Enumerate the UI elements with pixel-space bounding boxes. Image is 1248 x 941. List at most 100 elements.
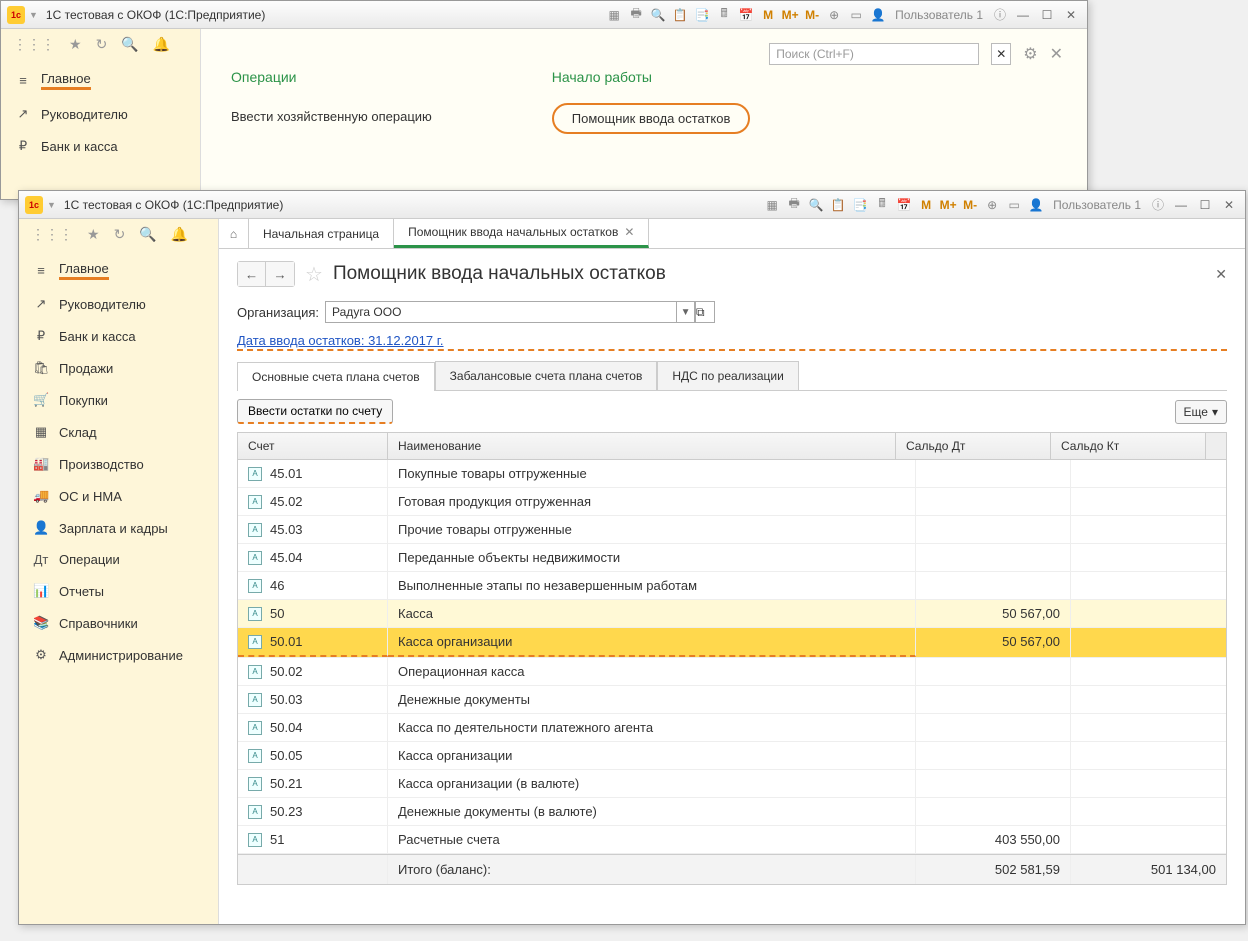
gear-icon[interactable]: ⚙ (1023, 44, 1037, 64)
enter-balance-button[interactable]: Ввести остатки по счету (237, 399, 393, 424)
sidebar-item[interactable]: 🏭Производство (19, 448, 218, 480)
compare-icon[interactable]: 📑 (693, 6, 711, 24)
sidebar-item[interactable]: 🛍Продажи (19, 352, 218, 384)
sidebar-item[interactable]: ↗Руководителю (1, 98, 200, 130)
compare-icon[interactable]: 📑 (851, 196, 869, 214)
dropdown-icon[interactable]: ▼ (676, 301, 694, 323)
sidebar-item[interactable]: ▦Склад (19, 416, 218, 448)
back-button[interactable]: ← (238, 262, 266, 286)
clear-search-button[interactable]: ✕ (991, 43, 1011, 65)
sidebar-item[interactable]: ₽Банк и касса (1, 130, 200, 162)
bell-icon[interactable]: 🔔 (153, 36, 170, 53)
calendar-icon[interactable]: 📅 (895, 196, 913, 214)
table-row[interactable]: А50.23Денежные документы (в валюте) (238, 798, 1226, 826)
minimize-button[interactable]: — (1013, 6, 1033, 24)
table-row[interactable]: А50.05Касса организации (238, 742, 1226, 770)
maximize-button[interactable]: ☐ (1037, 6, 1057, 24)
subtab[interactable]: НДС по реализации (657, 361, 798, 390)
copy-icon[interactable]: 📋 (829, 196, 847, 214)
table-row[interactable]: А45.04Переданные объекты недвижимости (238, 544, 1226, 572)
col-credit[interactable]: Сальдо Кт (1051, 433, 1206, 459)
sidebar-item[interactable]: ₽Банк и касса (19, 320, 218, 352)
sidebar-item[interactable]: ⚙Администрирование (19, 639, 218, 671)
search-icon[interactable]: 🔍 (139, 226, 156, 243)
close-panel-icon[interactable]: ✕ (1050, 44, 1063, 64)
subtab[interactable]: Забалансовые счета плана счетов (435, 361, 658, 390)
sidebar-item[interactable]: 📚Справочники (19, 607, 218, 639)
star-icon[interactable]: ★ (87, 226, 100, 243)
close-page-icon[interactable]: ✕ (1215, 266, 1227, 283)
m-minus-icon[interactable]: M- (961, 196, 979, 214)
book-icon[interactable]: ▭ (1005, 196, 1023, 214)
table-row[interactable]: А50.01Касса организации50 567,00 (238, 628, 1226, 658)
more-button[interactable]: Еще▾ (1175, 400, 1227, 424)
dropdown-icon[interactable]: ▼ (29, 10, 38, 20)
table-row[interactable]: А50.03Денежные документы (238, 686, 1226, 714)
tab-assistant[interactable]: Помощник ввода начальных остатков ✕ (394, 219, 649, 248)
table-row[interactable]: А50.02Операционная касса (238, 658, 1226, 686)
preview-icon[interactable]: 🔍 (649, 6, 667, 24)
calc-icon[interactable]: 🖩 (873, 196, 891, 214)
save-icon[interactable]: ▦ (605, 6, 623, 24)
table-row[interactable]: А50.21Касса организации (в валюте) (238, 770, 1226, 798)
sidebar-item[interactable]: 🚚ОС и НМА (19, 480, 218, 512)
sidebar-item[interactable]: 🛒Покупки (19, 384, 218, 416)
close-button[interactable]: ✕ (1219, 196, 1239, 214)
print-icon[interactable]: 🖶 (627, 6, 645, 24)
apps-icon[interactable]: ⋮⋮⋮ (13, 36, 55, 53)
print-icon[interactable]: 🖶 (785, 196, 803, 214)
m-plus-icon[interactable]: M+ (939, 196, 957, 214)
link-assistant[interactable]: Помощник ввода остатков (552, 103, 751, 134)
col-account[interactable]: Счет (238, 433, 388, 459)
bell-icon[interactable]: 🔔 (171, 226, 188, 243)
table-row[interactable]: А50.04Касса по деятельности платежного а… (238, 714, 1226, 742)
table-row[interactable]: А45.03Прочие товары отгруженные (238, 516, 1226, 544)
dropdown-icon[interactable]: ▼ (47, 200, 56, 210)
tab-home[interactable]: Начальная страница (249, 219, 394, 248)
favorite-icon[interactable]: ☆ (305, 262, 323, 287)
col-name[interactable]: Наименование (388, 433, 896, 459)
sidebar-item[interactable]: ДтОперации (19, 544, 218, 575)
calc-icon[interactable]: 🖩 (715, 6, 733, 24)
user-label[interactable]: Пользователь 1 (895, 8, 983, 22)
m-minus-icon[interactable]: M- (803, 6, 821, 24)
info-icon[interactable]: ⓘ (991, 6, 1009, 24)
scrollbar[interactable] (1206, 433, 1226, 459)
history-icon[interactable]: ↻ (96, 36, 108, 53)
close-button[interactable]: ✕ (1061, 6, 1081, 24)
m-icon[interactable]: M (759, 6, 777, 24)
table-row[interactable]: А51Расчетные счета403 550,00 (238, 826, 1226, 854)
history-icon[interactable]: ↻ (114, 226, 126, 243)
sidebar-item[interactable]: ≡Главное (19, 253, 218, 288)
save-icon[interactable]: ▦ (763, 196, 781, 214)
col-debit[interactable]: Сальдо Дт (896, 433, 1051, 459)
zoom-icon[interactable]: ⊕ (825, 6, 843, 24)
table-row[interactable]: А45.01Покупные товары отгруженные (238, 460, 1226, 488)
org-input[interactable]: Радуга ООО ▼ (325, 301, 695, 323)
sidebar-item[interactable]: 👤Зарплата и кадры (19, 512, 218, 544)
date-link[interactable]: Дата ввода остатков: 31.12.2017 г. (237, 333, 1227, 351)
apps-icon[interactable]: ⋮⋮⋮ (31, 226, 73, 243)
book-icon[interactable]: ▭ (847, 6, 865, 24)
zoom-icon[interactable]: ⊕ (983, 196, 1001, 214)
sidebar-item[interactable]: ≡Главное (1, 63, 200, 98)
minimize-button[interactable]: — (1171, 196, 1191, 214)
subtab[interactable]: Основные счета плана счетов (237, 362, 435, 391)
home-button[interactable]: ⌂ (219, 219, 249, 248)
user-label[interactable]: Пользователь 1 (1053, 198, 1141, 212)
link-operation[interactable]: Ввести хозяйственную операцию (231, 103, 432, 130)
table-row[interactable]: А45.02Готовая продукция отгруженная (238, 488, 1226, 516)
star-icon[interactable]: ★ (69, 36, 82, 53)
sidebar-item[interactable]: 📊Отчеты (19, 575, 218, 607)
search-icon[interactable]: 🔍 (121, 36, 138, 53)
m-plus-icon[interactable]: M+ (781, 6, 799, 24)
copy-icon[interactable]: 📋 (671, 6, 689, 24)
expand-button[interactable]: ⧉ (695, 301, 715, 323)
table-row[interactable]: А50Касса50 567,00 (238, 600, 1226, 628)
table-row[interactable]: А46Выполненные этапы по незавершенным ра… (238, 572, 1226, 600)
m-icon[interactable]: M (917, 196, 935, 214)
sidebar-item[interactable]: ↗Руководителю (19, 288, 218, 320)
info-icon[interactable]: ⓘ (1149, 196, 1167, 214)
maximize-button[interactable]: ☐ (1195, 196, 1215, 214)
preview-icon[interactable]: 🔍 (807, 196, 825, 214)
